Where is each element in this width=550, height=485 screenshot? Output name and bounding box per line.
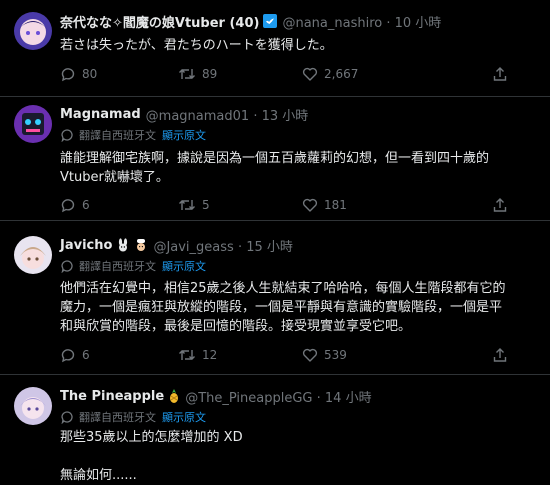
retweet-button[interactable]: 5 (178, 196, 210, 214)
like-button[interactable]: 539 (302, 346, 347, 364)
avatar[interactable] (14, 12, 52, 50)
share-icon (493, 67, 507, 81)
post-header: The Pineapple @The_PineappleGG · 14 小時 (60, 387, 372, 406)
handle-and-time[interactable]: @Javi_geass · 15 小時 (153, 236, 292, 255)
heart-icon (302, 67, 318, 81)
share-button[interactable] (492, 196, 514, 214)
post-header: 奈代なな✧閻魔の娘Vtuber (40) @nana_nashiro · 10 … (60, 12, 441, 31)
retweet-icon (179, 69, 195, 79)
like-count: 539 (324, 348, 347, 362)
reply-icon (61, 349, 75, 363)
reply-count: 6 (82, 348, 90, 362)
show-original-link[interactable]: 顯示原文 (162, 409, 206, 425)
retweet-count: 12 (202, 348, 218, 362)
reply-icon (61, 68, 75, 82)
share-button[interactable] (492, 346, 514, 364)
reply-button[interactable]: 80 (60, 65, 97, 83)
action-bar: 6 12 539 (60, 346, 540, 364)
like-count: 2,667 (324, 67, 359, 81)
like-button[interactable]: 2,667 (302, 65, 358, 83)
display-name[interactable]: The Pineapple (60, 389, 164, 404)
retweet-button[interactable]: 12 (178, 346, 217, 364)
translated-from-label: 翻譯自西班牙文 (79, 129, 156, 142)
reply-count: 6 (82, 198, 90, 212)
avatar[interactable] (14, 236, 52, 274)
retweet-count: 5 (202, 198, 210, 212)
post-header: Javicho @Javi_geass · 15 小時 (60, 236, 293, 255)
translate-icon (61, 129, 73, 142)
pineapple-emoji-icon (168, 389, 180, 403)
action-bar: 80 89 2,667 (60, 65, 540, 83)
translation-note: 翻譯自西班牙文 顯示原文 (60, 258, 206, 274)
twitter-verified-badge-icon (263, 14, 278, 28)
translate-icon (61, 260, 73, 273)
reply-icon (61, 199, 75, 213)
post-javicho[interactable]: Javicho @Javi_geass · 15 小時 翻譯自西班牙文 顯示原文… (0, 221, 550, 375)
share-icon (493, 198, 507, 212)
reply-count: 80 (82, 67, 98, 81)
action-bar: 6 5 181 (60, 196, 540, 214)
share-button[interactable] (492, 65, 514, 83)
chef-emoji-icon (134, 238, 148, 252)
post-header: Magnamad @magnamad01 · 13 小時 (60, 105, 309, 124)
handle-and-time[interactable]: @The_PineappleGG · 14 小時 (185, 387, 371, 406)
reply-button[interactable]: 6 (60, 196, 90, 214)
avatar[interactable] (14, 387, 52, 425)
post-text: 誰能理解御宅族啊，據說是因為一個五百歲蘿莉的幻想，但一看到四十歲的 Vtuber… (60, 151, 490, 185)
share-icon (493, 348, 507, 362)
reply-button[interactable]: 6 (60, 346, 90, 364)
like-count: 181 (324, 198, 347, 212)
post-pineapple[interactable]: The Pineapple @The_PineappleGG · 14 小時 翻… (0, 375, 550, 484)
retweet-icon (179, 350, 195, 360)
heart-icon (302, 198, 318, 212)
translate-icon (61, 411, 73, 424)
post-text: 若さは失ったが、君たちのハートを獲得した。 (60, 38, 333, 53)
translation-note: 翻譯自西班牙文 顯示原文 (60, 409, 206, 425)
display-name[interactable]: Javicho (60, 238, 112, 253)
display-name[interactable]: Magnamad (60, 107, 141, 122)
retweet-icon (179, 200, 195, 210)
retweet-count: 89 (202, 67, 218, 81)
post-text: 那些35歲以上的怎麼增加的 XD 無論如何...... (60, 430, 243, 483)
show-original-link[interactable]: 顯示原文 (162, 258, 206, 274)
avatar[interactable] (14, 105, 52, 143)
heart-icon (302, 348, 318, 362)
handle-and-time[interactable]: @magnamad01 · 13 小時 (146, 105, 309, 124)
retweet-button[interactable]: 89 (178, 65, 217, 83)
handle-and-time[interactable]: @nana_nashiro · 10 小時 (282, 12, 441, 31)
display-name[interactable]: 奈代なな✧閻魔の娘Vtuber (40) (60, 12, 259, 31)
translated-from-label: 翻譯自西班牙文 (79, 260, 156, 273)
translated-from-label: 翻譯自西班牙文 (79, 411, 156, 424)
translation-note: 翻譯自西班牙文 顯示原文 (60, 127, 206, 143)
post-nana[interactable]: 奈代なな✧閻魔の娘Vtuber (40) @nana_nashiro · 10 … (0, 0, 550, 97)
post-text: 他們活在幻覺中，相信25歲之後人生就結束了哈哈哈，每個人生階段都有它的 魔力，一… (60, 281, 506, 334)
show-original-link[interactable]: 顯示原文 (162, 127, 206, 143)
like-button[interactable]: 181 (302, 196, 347, 214)
post-magnamad[interactable]: Magnamad @magnamad01 · 13 小時 翻譯自西班牙文 顯示原… (0, 97, 550, 221)
rabbit-emoji-icon (116, 238, 130, 252)
